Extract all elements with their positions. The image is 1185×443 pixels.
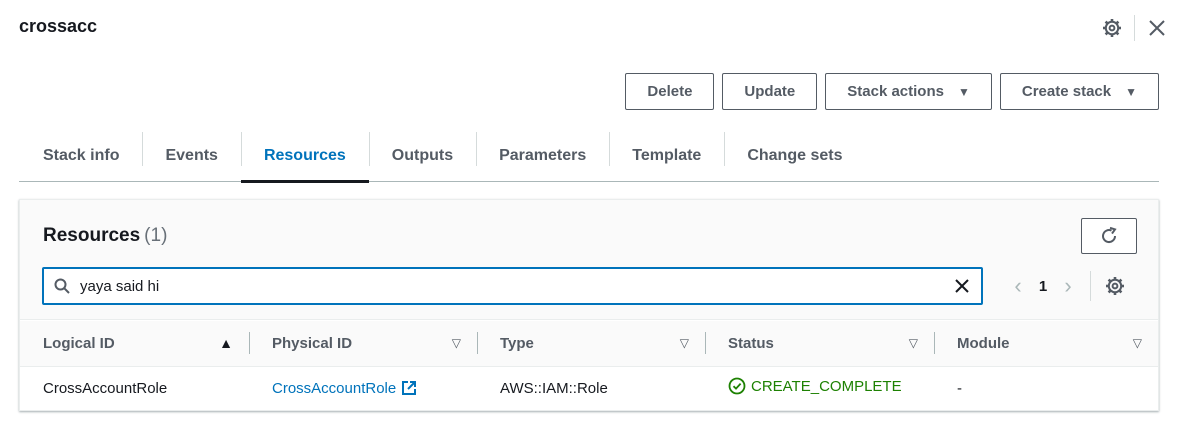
tab-parameters[interactable]: Parameters	[476, 130, 609, 181]
column-label: Module	[957, 334, 1010, 352]
settings-button[interactable]	[1098, 14, 1126, 42]
column-header-type[interactable]: Type ▽	[477, 321, 705, 367]
column-label: Logical ID	[43, 334, 115, 352]
refresh-icon	[1102, 226, 1117, 244]
refresh-button[interactable]	[1081, 218, 1137, 254]
status-badge: CREATE_COMPLETE	[728, 377, 902, 395]
table-header-row: Logical ID ▲ Physical ID ▽ Type ▽ Status ▽ M…	[20, 321, 1158, 367]
delete-label: Delete	[647, 83, 693, 100]
tab-stack-info[interactable]: Stack info	[19, 130, 142, 181]
success-check-icon	[728, 377, 746, 395]
previous-page-button[interactable]: ‹	[1004, 273, 1032, 299]
sort-ascending-icon: ▲	[219, 335, 233, 352]
divider	[1090, 271, 1091, 301]
clear-search-button[interactable]	[943, 278, 981, 294]
resources-panel-header: Resources(1) ‹ 1	[20, 200, 1158, 320]
sort-icon: ▽	[1132, 336, 1142, 351]
tab-outputs[interactable]: Outputs	[368, 130, 476, 181]
page-title: crossacc	[19, 16, 98, 36]
resources-heading: Resources (1)	[43, 225, 167, 247]
resources-title: Resources	[43, 225, 141, 246]
stack-actions-dropdown[interactable]: Stack actions ▼	[825, 73, 992, 110]
next-page-button[interactable]: ›	[1054, 273, 1082, 299]
column-header-module[interactable]: Module ▽	[934, 321, 1158, 367]
create-stack-label: Create stack	[1021, 83, 1112, 100]
divider	[1134, 15, 1135, 41]
tab-bar: Stack info Events Resources Outputs Para…	[19, 130, 1159, 183]
search-field	[42, 267, 983, 305]
resources-panel: Resources(1) ‹ 1	[19, 199, 1159, 411]
update-button[interactable]: Update	[722, 73, 818, 110]
close-button[interactable]	[1143, 14, 1171, 42]
gear-icon	[1103, 19, 1121, 37]
pagination: ‹ 1 ›	[1004, 268, 1129, 304]
close-icon	[955, 279, 969, 293]
tab-resources[interactable]: Resources	[240, 130, 369, 183]
tab-template[interactable]: Template	[609, 130, 724, 181]
tab-change-sets[interactable]: Change sets	[724, 130, 865, 181]
sort-icon: ▽	[451, 336, 461, 351]
column-header-logical-id[interactable]: Logical ID ▲	[20, 321, 249, 367]
gear-icon	[1106, 277, 1124, 295]
column-header-status[interactable]: Status ▽	[705, 321, 934, 367]
stack-actions-label: Stack actions	[847, 83, 944, 100]
table-preferences-button[interactable]	[1101, 276, 1129, 296]
column-header-physical-id[interactable]: Physical ID ▽	[249, 321, 477, 367]
caret-down-icon: ▼	[1125, 84, 1137, 99]
cell-type: AWS::IAM::Role	[500, 379, 608, 397]
cell-logical-id: CrossAccountRole	[43, 379, 168, 397]
cell-module: -	[957, 379, 962, 397]
close-icon	[1149, 20, 1165, 36]
resources-count: (1)	[144, 225, 168, 246]
tab-events[interactable]: Events	[142, 130, 240, 181]
table-row: CrossAccountRole CrossAccountRole AWS::I…	[20, 366, 1158, 410]
search-icon	[44, 278, 80, 294]
stack-actions-bar: Delete Update Stack actions ▼ Create stac…	[625, 73, 1159, 110]
external-link-icon	[402, 381, 417, 396]
resources-table: Logical ID ▲ Physical ID ▽ Type ▽ Status ▽ M…	[20, 321, 1158, 410]
column-label: Status	[728, 334, 774, 352]
physical-id-link[interactable]: CrossAccountRole	[272, 380, 417, 397]
update-label: Update	[744, 83, 796, 100]
status-label: CREATE_COMPLETE	[751, 377, 902, 395]
column-label: Type	[500, 334, 534, 352]
sort-icon: ▽	[908, 336, 918, 351]
create-stack-dropdown[interactable]: Create stack ▼	[999, 73, 1159, 110]
search-input[interactable]	[80, 269, 943, 303]
sort-icon: ▽	[679, 336, 689, 351]
column-label: Physical ID	[272, 334, 353, 352]
physical-id-label: CrossAccountRole	[272, 379, 397, 397]
delete-button[interactable]: Delete	[625, 73, 715, 110]
cell-status: CREATE_COMPLETE	[705, 366, 934, 410]
page-number[interactable]: 1	[1032, 278, 1054, 295]
cell-physical-id: CrossAccountRole	[249, 366, 477, 410]
header-icons	[1098, 14, 1171, 42]
caret-down-icon: ▼	[957, 84, 970, 99]
